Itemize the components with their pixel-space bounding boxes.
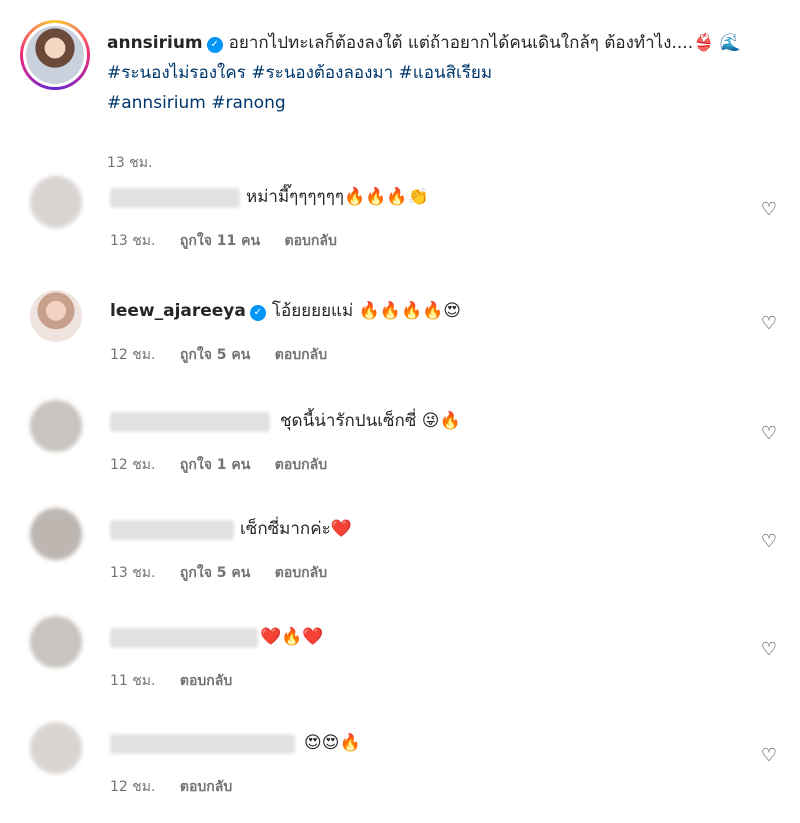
comment-likes[interactable]: ถูกใจ 5 คน (180, 565, 250, 581)
comment-time: 13 ชม. (110, 233, 156, 249)
commenter-username-blurred[interactable] (110, 188, 240, 208)
caption-text: อยากไปทะเลก็ต้องลงใต้ แต่ถ้าอยากได้คนเดิ… (228, 33, 694, 53)
comment-text: เซ็กซี่มากค่ะ❤️ (240, 519, 352, 539)
commenter-username-blurred[interactable] (110, 520, 234, 540)
comment-meta: 11 ชม. ตอบกลับ (110, 670, 252, 692)
comment-meta: 13 ชม. ถูกใจ 5 คน ตอบกลับ (110, 562, 347, 584)
comment-likes[interactable]: ถูกใจ 11 คน (180, 233, 260, 249)
heart-outline-icon[interactable]: ♡ (759, 424, 779, 444)
commenter-avatar[interactable] (30, 400, 82, 452)
comment-meta: 13 ชม. ถูกใจ 11 คน ตอบกลับ (110, 230, 357, 252)
comment-time: 12 ชม. (110, 779, 156, 795)
comment-item: 😍😍🔥 12 ชม. ตอบกลับ ♡ (20, 718, 780, 808)
heart-outline-icon[interactable]: ♡ (759, 640, 779, 660)
comment-item: ชุดนี้น่ารักปนเซ็กซี่ 😜🔥 12 ชม. ถูกใจ 1 … (20, 396, 780, 486)
comment-time: 12 ชม. (110, 347, 156, 363)
hashtag[interactable]: #ระนองไม่รองใคร (107, 63, 246, 83)
reply-button[interactable]: ตอบกลับ (275, 347, 327, 363)
verified-badge-icon: ✓ (249, 305, 266, 321)
commenter-avatar[interactable] (30, 508, 82, 560)
heart-outline-icon[interactable]: ♡ (759, 532, 779, 552)
heart-outline-icon[interactable]: ♡ (759, 746, 779, 766)
comment-meta: 12 ชม. ตอบกลับ (110, 776, 252, 798)
reply-button[interactable]: ตอบกลับ (180, 779, 232, 795)
comment-likes[interactable]: ถูกใจ 5 คน (180, 347, 250, 363)
comment-meta: 12 ชม. ถูกใจ 1 คน ตอบกลับ (110, 454, 347, 476)
post-author-username[interactable]: annsirium (107, 33, 203, 53)
heart-outline-icon[interactable]: ♡ (759, 200, 779, 220)
caption-text-block: annsirium ✓ อยากไปทะเลก็ต้องลงใต้ แต่ถ้าอย… (107, 28, 772, 118)
comment-text: ❤️🔥❤️ (260, 627, 324, 647)
hashtag[interactable]: #แอนสิเรียม (399, 63, 493, 83)
comment-likes[interactable]: ถูกใจ 1 คน (180, 457, 250, 473)
comment-time: 13 ชม. (110, 565, 156, 581)
caption-emoji: 👙 🌊 (693, 33, 741, 53)
commenter-username-blurred[interactable] (110, 412, 270, 432)
comment-text: หม่ามี๊ๆๆๆๆๆๆ🔥🔥🔥👏 (246, 187, 429, 207)
comment-item: เซ็กซี่มากค่ะ❤️ 13 ชม. ถูกใจ 5 คน ตอบกลั… (20, 504, 780, 594)
comment-meta: 12 ชม. ถูกใจ 5 คน ตอบกลับ (110, 344, 347, 366)
post-author-avatar[interactable] (20, 20, 90, 90)
comment-text-block: leew_ajareeya ✓ โอ้ยยยยแม่ 🔥🔥🔥🔥😍 (110, 298, 461, 324)
comment-text: โอ้ยยยยแม่ 🔥🔥🔥🔥😍 (271, 301, 462, 321)
reply-button[interactable]: ตอบกลับ (285, 233, 337, 249)
verified-badge-icon: ✓ (206, 37, 223, 53)
hashtag[interactable]: #annsirium (107, 93, 206, 113)
reply-button[interactable]: ตอบกลับ (275, 457, 327, 473)
comment-item: leew_ajareeya ✓ โอ้ยยยยแม่ 🔥🔥🔥🔥😍 12 ชม. ถู… (20, 286, 780, 376)
commenter-avatar[interactable] (30, 176, 82, 228)
comment-time: 12 ชม. (110, 457, 156, 473)
comment-item: หม่ามี๊ๆๆๆๆๆๆ🔥🔥🔥👏 13 ชม. ถูกใจ 11 คน ตอบ… (20, 172, 780, 262)
post-caption: annsirium ✓ อยากไปทะเลก็ต้องลงใต้ แต่ถ้าอย… (20, 20, 780, 171)
heart-outline-icon[interactable]: ♡ (759, 314, 779, 334)
comment-text: 😍😍🔥 (304, 733, 361, 753)
comment-item: ❤️🔥❤️ 11 ชม. ตอบกลับ ♡ (20, 612, 780, 702)
commenter-avatar[interactable] (30, 616, 82, 668)
hashtag[interactable]: #ระนองต้องลองมา (251, 63, 393, 83)
comment-text: ชุดนี้น่ารักปนเซ็กซี่ 😜🔥 (280, 411, 461, 431)
commenter-avatar[interactable] (30, 722, 82, 774)
comment-time: 11 ชม. (110, 673, 156, 689)
caption-time: 13 ชม. (107, 155, 153, 171)
commenter-username-blurred[interactable] (110, 628, 258, 648)
commenter-username[interactable]: leew_ajareeya (110, 301, 246, 321)
reply-button[interactable]: ตอบกลับ (275, 565, 327, 581)
hashtag[interactable]: #ranong (211, 93, 285, 113)
commenter-avatar[interactable] (30, 290, 82, 342)
reply-button[interactable]: ตอบกลับ (180, 673, 232, 689)
commenter-username-blurred[interactable] (110, 734, 295, 754)
